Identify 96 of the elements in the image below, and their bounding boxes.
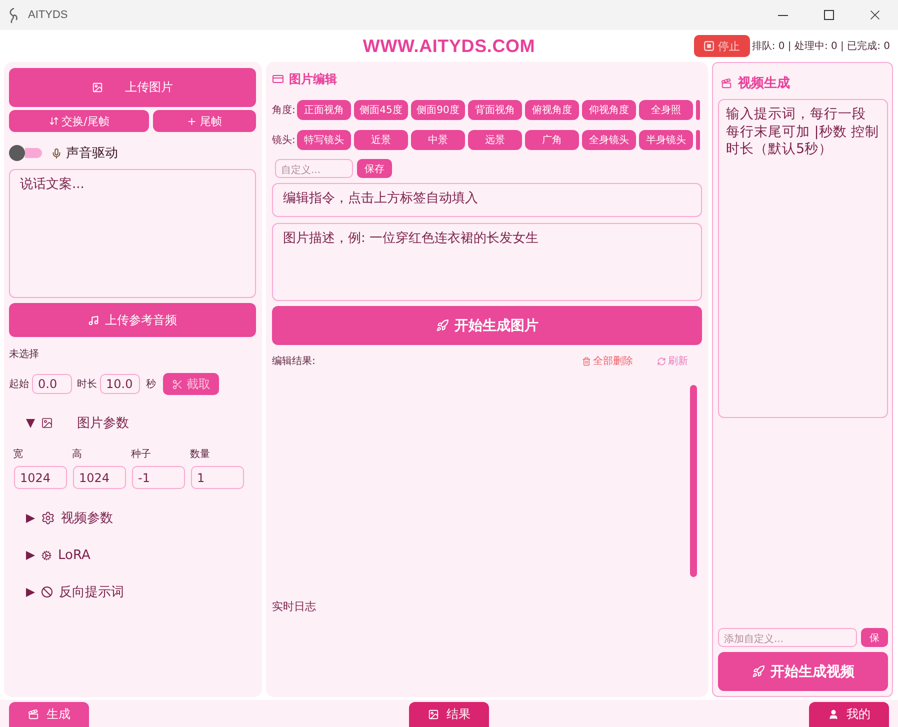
number-input[interactable]: 1024 xyxy=(73,466,126,489)
toggle-knob[interactable] xyxy=(9,145,25,161)
nav-tab[interactable]: 生成 xyxy=(9,702,89,727)
speech-text-field[interactable]: 说话文案... xyxy=(9,169,256,298)
trash-icon xyxy=(582,356,591,366)
start-input[interactable]: 0.0 xyxy=(32,374,72,394)
panel-title: 视频生成 xyxy=(738,75,790,92)
number-input[interactable]: 1024 xyxy=(14,466,67,489)
custom-tag-input[interactable]: 自定义... xyxy=(275,159,353,178)
microphone-icon xyxy=(51,148,62,158)
queue-status: 排队: 0 | 处理中: 0 | 已完成: 0 xyxy=(752,40,890,53)
tag-chip[interactable]: 半身镜头 xyxy=(639,130,693,150)
image-icon xyxy=(92,82,103,93)
image-icon xyxy=(428,709,438,720)
number-input[interactable]: 1 xyxy=(191,466,244,489)
scissors-icon xyxy=(172,378,182,390)
panel-title: 图片编辑 xyxy=(289,70,337,88)
refresh-button[interactable]: 刷新 xyxy=(657,354,688,368)
field-label: 高 xyxy=(72,448,83,461)
swap-icon xyxy=(48,116,59,126)
start-label: 起始 xyxy=(9,378,29,391)
section-header[interactable]: 图片参数 xyxy=(9,414,129,432)
tag-chip[interactable]: 仰视角度 xyxy=(582,100,636,120)
end-frame-button[interactable]: + 尾帧 xyxy=(153,110,256,132)
toggle-track[interactable] xyxy=(25,148,42,158)
section-title: 反向提示词 xyxy=(59,584,124,601)
tag-chip[interactable]: 广角 xyxy=(525,130,579,150)
audio-file-status: 未选择 xyxy=(9,348,39,361)
swap-frame-button[interactable]: 交换/尾帧 xyxy=(9,110,149,132)
maximize-icon xyxy=(824,10,834,20)
field-label: 数量 xyxy=(190,448,211,461)
tag-chip[interactable]: 正面视角 xyxy=(297,100,351,120)
cut-off-chip[interactable] xyxy=(696,100,700,120)
section-title: 视频参数 xyxy=(61,510,113,527)
duration-input[interactable]: 10.0 xyxy=(100,374,140,394)
tag-chip[interactable]: 远景 xyxy=(468,130,522,150)
edit-instruction-field[interactable]: 编辑指令，点击上方标签自动填入 xyxy=(272,183,702,217)
gear-icon xyxy=(41,511,55,525)
section-header[interactable]: LoRA xyxy=(9,546,90,564)
prompt-placeholder-line: 每行末尾可加 |秒数 控制时长（默认5秒） xyxy=(726,124,880,159)
tag-chip[interactable]: 中景 xyxy=(411,130,465,150)
window-title: AITYDS xyxy=(28,9,68,21)
rocket-icon xyxy=(752,665,764,678)
cut-button[interactable]: 截取 xyxy=(163,373,219,395)
refresh-icon xyxy=(657,356,666,366)
tag-chip[interactable]: 全身镜头 xyxy=(582,130,636,150)
delete-all-button[interactable]: 全部删除 xyxy=(582,354,633,368)
field-label: 种子 xyxy=(131,448,152,461)
tag-row-label: 角度: xyxy=(272,104,294,117)
image-icon xyxy=(41,417,53,429)
rocket-icon xyxy=(436,319,448,332)
section-title: 图片参数 xyxy=(77,415,129,432)
cut-off-chip[interactable] xyxy=(696,130,700,150)
tag-chip[interactable]: 特写镜头 xyxy=(297,130,351,150)
clapperboard-icon xyxy=(721,78,732,88)
scrollbar-thumb[interactable] xyxy=(690,385,697,577)
minimize-icon xyxy=(778,14,788,16)
site-title: WWW.AITYDS.COM xyxy=(362,36,536,56)
upload-audio-button[interactable]: 上传参考音频 xyxy=(9,303,256,337)
user-icon xyxy=(828,709,838,720)
tag-row-label: 镜头: xyxy=(272,134,294,147)
stop-button[interactable]: 停止 xyxy=(694,35,750,57)
log-label: 实时日志 xyxy=(272,599,316,614)
clapperboard-icon xyxy=(28,709,38,720)
stop-icon xyxy=(704,41,714,51)
nav-tab[interactable]: 我的 xyxy=(809,702,889,727)
video-prompt-field[interactable]: 输入提示词，每行一段 每行末尾可加 |秒数 控制时长（默认5秒） xyxy=(718,99,888,418)
generate-video-button[interactable]: 开始生成视频 xyxy=(718,652,888,691)
generate-image-button[interactable]: 开始生成图片 xyxy=(272,306,702,345)
prompt-placeholder-line: 输入提示词，每行一段 xyxy=(726,106,866,124)
duration-label: 时长 xyxy=(77,378,97,391)
nav-tab[interactable]: 结果 xyxy=(409,702,489,727)
upload-image-button[interactable]: 上传图片 xyxy=(9,68,256,107)
results-label: 编辑结果: xyxy=(272,354,316,368)
tag-chip[interactable]: 侧面90度 xyxy=(411,100,465,120)
custom-prompt-input[interactable]: 添加自定义... xyxy=(718,628,857,647)
section-header[interactable]: 反向提示词 xyxy=(9,583,124,601)
gear-icon xyxy=(41,550,52,560)
tag-chip[interactable]: 近景 xyxy=(354,130,408,150)
tag-chip[interactable]: 侧面45度 xyxy=(354,100,408,120)
logo-icon xyxy=(9,8,19,22)
image-description-field[interactable]: 图片描述，例: 一位穿红色连衣裙的长发女生 xyxy=(272,223,702,301)
field-label: 宽 xyxy=(13,448,24,461)
section-header[interactable]: 视频参数 xyxy=(9,509,113,527)
save-button[interactable]: 保 xyxy=(861,628,888,647)
music-icon xyxy=(88,314,99,326)
seconds-label: 秒 xyxy=(146,378,156,391)
ban-icon xyxy=(41,586,53,598)
tag-chip[interactable]: 全身照 xyxy=(639,100,693,120)
card-icon xyxy=(272,73,284,85)
number-input[interactable]: -1 xyxy=(132,466,185,489)
save-button[interactable]: 保存 xyxy=(357,159,392,178)
tag-chip[interactable]: 背面视角 xyxy=(468,100,522,120)
voice-drive-label: 声音驱动 xyxy=(66,145,118,162)
section-title: LoRA xyxy=(58,548,90,562)
tag-chip[interactable]: 俯视角度 xyxy=(525,100,579,120)
